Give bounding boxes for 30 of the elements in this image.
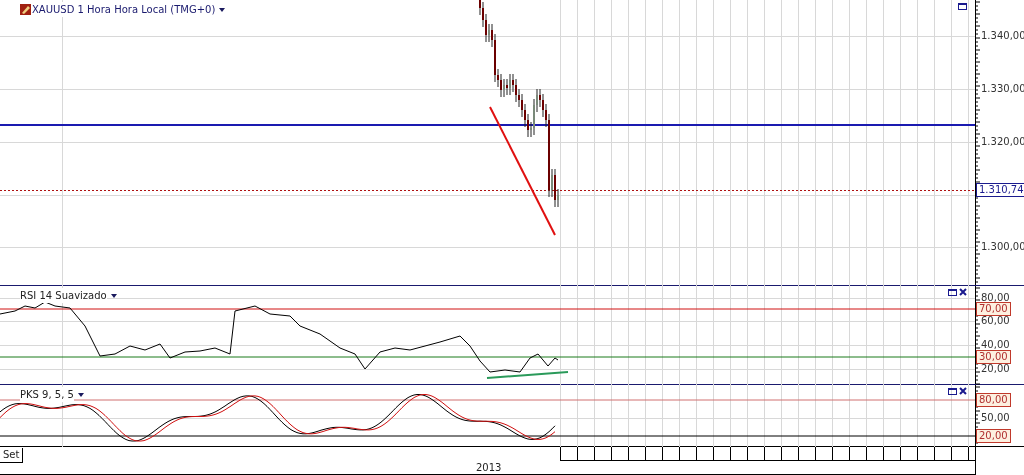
restore-icon[interactable] [948, 288, 957, 296]
axis-tick-label: 1.320,00 [981, 137, 1024, 147]
axis-tick-label: 50,00 [981, 413, 1010, 423]
close-icon[interactable] [959, 288, 967, 296]
level-label: 20,00 [976, 429, 1011, 443]
indicator-title[interactable]: PKS 9, 5, 5 [20, 387, 74, 402]
level-label: 70,00 [976, 302, 1011, 316]
dropdown-caret-icon[interactable] [219, 7, 226, 12]
axis-tick-label: 1.340,00 [981, 31, 1024, 41]
restore-icon[interactable] [948, 387, 957, 395]
axis-tick-label: 60,00 [981, 316, 1010, 326]
axis-tick-label: 20,00 [981, 364, 1010, 374]
time-axis-label: Set [0, 448, 24, 463]
axis-tick-label: 40,00 [981, 340, 1010, 350]
level-label: 1.310,74 [976, 183, 1024, 197]
time-axis-label: 2013 [476, 461, 502, 474]
level-label: 30,00 [976, 350, 1011, 364]
axis-tick-label: 1.300,00 [981, 242, 1024, 252]
level-label: 80,00 [976, 393, 1011, 407]
chart-title[interactable]: XAUUSD 1 Hora Hora Local (TMG+0) [32, 2, 216, 17]
restore-icon[interactable] [958, 2, 967, 10]
dropdown-caret-icon[interactable] [110, 293, 117, 298]
indicator-title[interactable]: RSI 14 Suavizado [20, 288, 107, 303]
dropdown-caret-icon[interactable] [77, 392, 84, 397]
trend-line[interactable] [486, 371, 569, 379]
axis-tick-label: 80,00 [981, 293, 1010, 303]
axis-tick-label: 1.330,00 [981, 84, 1024, 94]
trend-line[interactable] [489, 106, 556, 236]
close-icon[interactable] [959, 387, 967, 395]
chart-logo-icon [20, 4, 31, 15]
